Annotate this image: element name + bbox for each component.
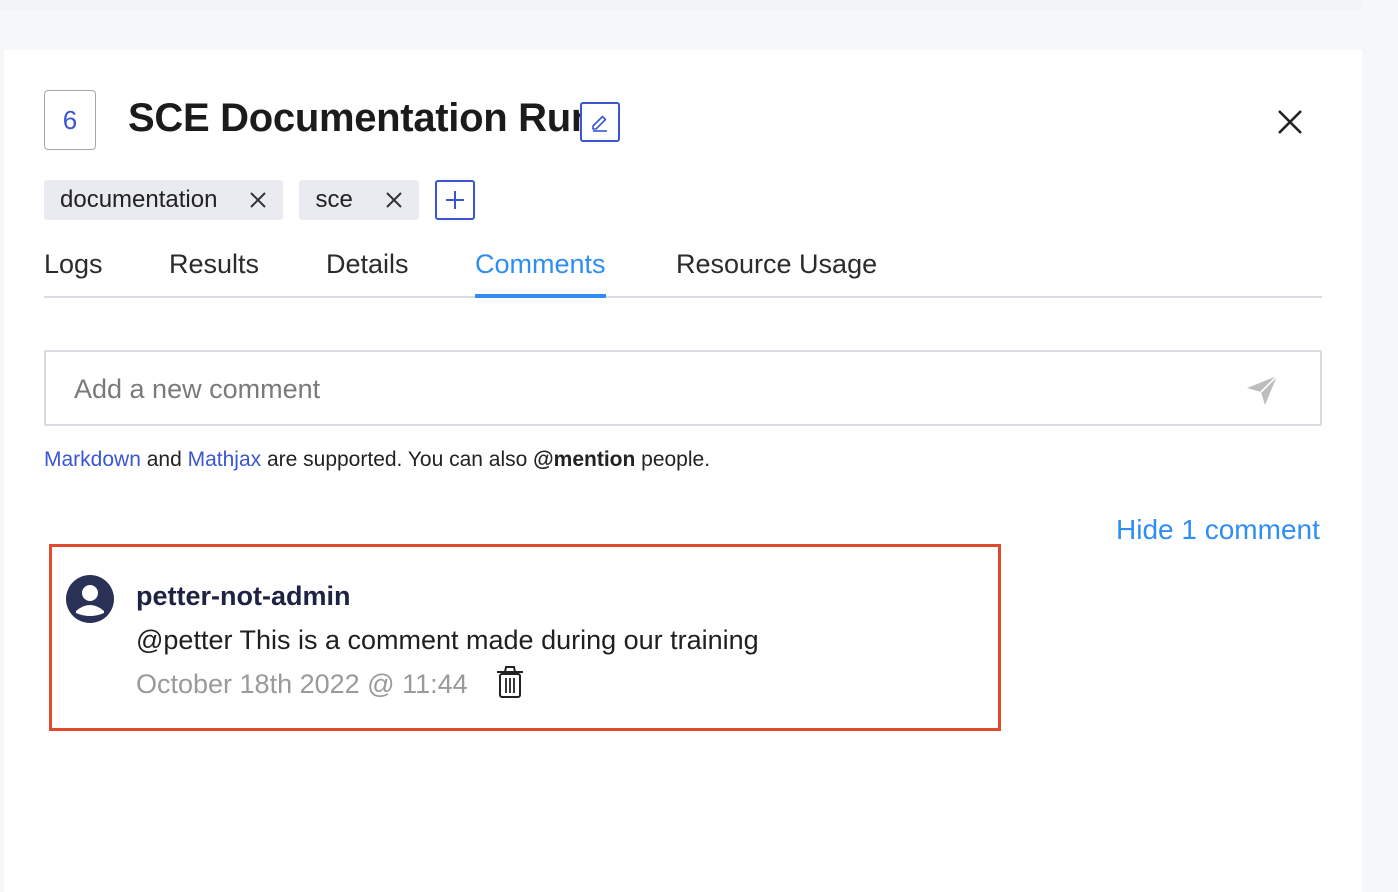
remove-tag-button[interactable]: [249, 191, 267, 209]
pencil-icon: [592, 115, 607, 132]
new-comment-box: [44, 350, 1322, 426]
close-icon: [1278, 110, 1302, 134]
tag-list: documentation sce: [44, 180, 475, 220]
new-comment-input[interactable]: [74, 370, 1224, 408]
add-tag-button[interactable]: [434, 180, 475, 220]
tag-label: documentation: [60, 186, 218, 213]
edit-title-button[interactable]: [580, 102, 620, 142]
close-button[interactable]: [1274, 106, 1306, 138]
run-title: SCE Documentation Run: [128, 96, 596, 140]
hint-supported-text: are supported. You can also: [261, 448, 534, 471]
hide-comments-link[interactable]: Hide 1 comment: [1116, 514, 1320, 546]
close-icon: [386, 192, 402, 208]
remove-tag-button[interactable]: [385, 191, 403, 209]
send-comment-button[interactable]: [1242, 370, 1282, 410]
markdown-link[interactable]: Markdown: [44, 448, 141, 471]
run-number-badge: 6: [44, 90, 96, 150]
mathjax-link[interactable]: Mathjax: [188, 448, 262, 471]
tag-label: sce: [315, 186, 353, 213]
tag-chip: sce: [299, 180, 419, 220]
trash-icon[interactable]: [496, 665, 524, 699]
comment-item: petter-not-admin @petter This is a comme…: [49, 544, 1001, 731]
tab-details[interactable]: Details: [326, 242, 409, 298]
top-strip: [0, 0, 1362, 10]
tab-comments[interactable]: Comments: [475, 242, 606, 298]
comment-timestamp: October 18th 2022 @ 11:44: [136, 669, 468, 699]
comment-text: @petter This is a comment made during ou…: [136, 625, 759, 655]
tab-bar: Logs Results Details Comments Resource U…: [44, 242, 1322, 298]
plus-icon: [445, 191, 464, 209]
tag-chip: documentation: [44, 180, 284, 220]
hint-mention-text: @mention: [533, 448, 636, 471]
comment-format-hint: Markdown and Mathjax are supported. You …: [44, 448, 710, 472]
comment-author[interactable]: petter-not-admin: [136, 581, 350, 612]
run-detail-panel: 6 SCE Documentation Run documentation sc…: [4, 50, 1362, 892]
tab-resource-usage[interactable]: Resource Usage: [676, 242, 877, 298]
tab-logs[interactable]: Logs: [44, 242, 103, 298]
tab-results[interactable]: Results: [169, 242, 259, 298]
hint-people-text: people.: [635, 448, 711, 471]
close-icon: [250, 192, 267, 208]
avatar: [66, 575, 114, 623]
hint-and-text: and: [140, 448, 188, 471]
send-icon: [1247, 375, 1278, 405]
